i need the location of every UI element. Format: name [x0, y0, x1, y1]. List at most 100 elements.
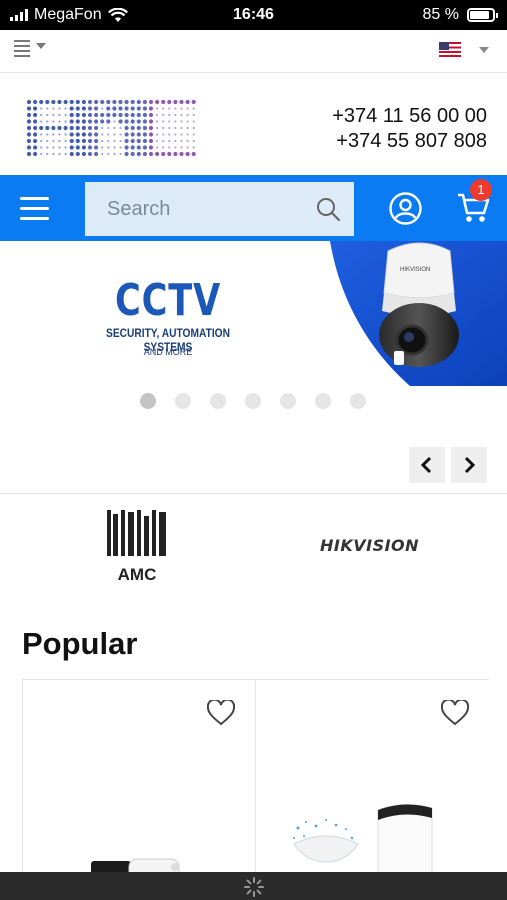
- logo-dot: [46, 107, 49, 110]
- logo-dot: [40, 120, 43, 123]
- page: MegaFon 16:46 85 % +374 11 56 00 00 +374…: [0, 0, 507, 900]
- logo-dot: [58, 133, 61, 136]
- logo-dot: [174, 139, 177, 143]
- logo-dot: [168, 133, 171, 136]
- logo-dot: [142, 125, 147, 131]
- site-header: +374 11 56 00 00 +374 55 807 808: [0, 74, 507, 175]
- logo-dot: [180, 113, 183, 117]
- logo-dot: [192, 146, 195, 149]
- carousel-dots: [140, 393, 366, 409]
- carousel-dot[interactable]: [280, 393, 296, 409]
- logo-dot: [112, 106, 117, 111]
- carousel-dot[interactable]: [175, 393, 191, 409]
- logo-dot: [64, 133, 67, 136]
- carousel-next-button[interactable]: [451, 447, 487, 483]
- logo-dot: [69, 132, 74, 137]
- logo-dot: [156, 126, 159, 130]
- logo-dot: [101, 146, 104, 149]
- logo-dot: [46, 139, 49, 143]
- logo-dot: [69, 106, 74, 111]
- logo-dot: [180, 139, 183, 143]
- phone-1[interactable]: +374 11 56 00 00: [332, 104, 487, 129]
- logo-dot: [136, 125, 141, 131]
- logo-dot: [39, 99, 44, 105]
- banner-text-area: CCTV SECURITY, AUTOMATION SYSTEMS AND MO…: [0, 241, 360, 386]
- logo-dot: [124, 138, 129, 144]
- logo-dot: [26, 138, 32, 144]
- logo-dot: [180, 126, 183, 130]
- hero-banner[interactable]: CCTV SECURITY, AUTOMATION SYSTEMS AND MO…: [0, 241, 507, 386]
- logo-dot: [112, 99, 117, 105]
- logo-dot: [46, 152, 49, 156]
- logo-dot: [40, 113, 43, 117]
- logo-dot: [192, 126, 195, 130]
- logo-dot: [69, 112, 74, 118]
- logo-dot: [118, 99, 123, 105]
- product-card[interactable]: [256, 680, 489, 880]
- product-card[interactable]: [23, 680, 256, 880]
- logo-dot: [69, 151, 74, 157]
- logo-dot: [191, 151, 196, 157]
- banner-camera-image: HIKVISION: [330, 241, 507, 386]
- logo-dot: [167, 99, 172, 105]
- logo-dot: [26, 106, 32, 111]
- logo-dot: [148, 106, 154, 111]
- search-icon[interactable]: [316, 197, 340, 221]
- logo-dot: [87, 119, 93, 124]
- carousel-dot[interactable]: [315, 393, 331, 409]
- heart-icon[interactable]: [441, 700, 469, 726]
- language-selector[interactable]: [439, 42, 489, 57]
- carousel-dot[interactable]: [140, 393, 156, 409]
- search-input[interactable]: [107, 197, 307, 221]
- logo-dot: [142, 106, 147, 111]
- logo-dot: [81, 125, 86, 131]
- carousel-dot[interactable]: [245, 393, 261, 409]
- logo-dot: [130, 99, 135, 105]
- cart-count-badge[interactable]: 1: [470, 179, 492, 201]
- logo-dot: [130, 145, 135, 150]
- carousel-dot[interactable]: [350, 393, 366, 409]
- logo-dot: [107, 126, 110, 130]
- logo-dot: [94, 145, 99, 150]
- battery-icon: [467, 8, 498, 22]
- logo-dot: [174, 146, 177, 149]
- logo-dot: [46, 113, 49, 117]
- hamburger-menu-button[interactable]: [20, 197, 49, 220]
- logo-dot: [113, 139, 116, 143]
- logo-dot: [40, 146, 43, 149]
- logo-dot: [119, 133, 122, 136]
- account-icon[interactable]: [389, 192, 422, 225]
- logo-dot: [124, 99, 129, 105]
- logo-dot: [87, 138, 93, 144]
- logo-dot: [168, 113, 171, 117]
- logo-dot: [75, 132, 80, 137]
- heart-icon[interactable]: [207, 700, 235, 726]
- logo-dot: [26, 125, 32, 131]
- logo-dot: [39, 125, 44, 131]
- popular-heading: Popular: [22, 626, 138, 661]
- logo-dot: [155, 151, 160, 157]
- logo-dot: [26, 119, 32, 124]
- logo-dot: [191, 99, 196, 105]
- logo-dot: [180, 133, 183, 136]
- logo-dot: [26, 132, 32, 137]
- product-image: [293, 804, 433, 880]
- brand-hikvision-logo[interactable]: HIKVISION: [320, 536, 419, 555]
- list-menu-button[interactable]: [14, 40, 46, 57]
- carousel-prev-button[interactable]: [409, 447, 445, 483]
- logo-dot: [124, 132, 129, 137]
- logo-dot: [119, 146, 122, 149]
- bottom-bar: [0, 872, 507, 900]
- logo-dot: [40, 152, 43, 156]
- logo-dot: [81, 145, 86, 150]
- logo-dot: [192, 120, 195, 123]
- logo-dot: [124, 106, 129, 111]
- logo-dot: [100, 99, 105, 105]
- logo-dot: [58, 152, 61, 156]
- carousel-dot[interactable]: [210, 393, 226, 409]
- logo-dot: [124, 151, 129, 157]
- brand-amc-logo[interactable]: AMC: [105, 508, 169, 584]
- phone-2[interactable]: +374 55 807 808: [332, 129, 487, 154]
- logo-dot: [94, 112, 99, 118]
- amc-logo[interactable]: [26, 98, 198, 158]
